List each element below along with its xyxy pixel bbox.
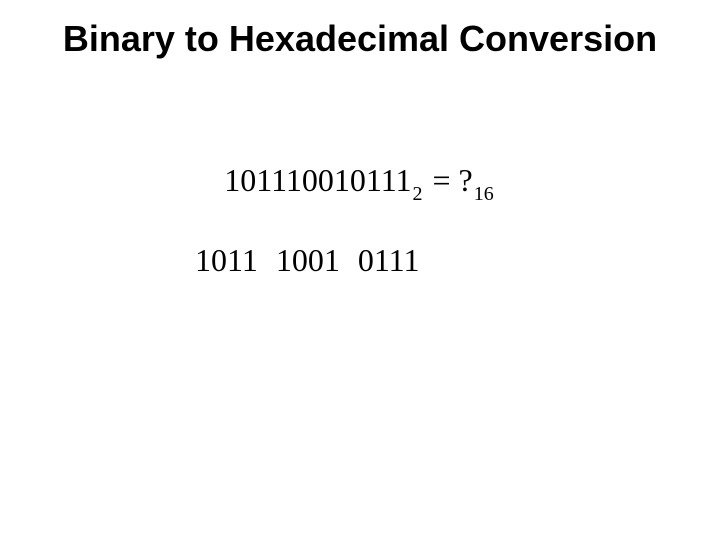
slide: Binary to Hexadecimal Conversion 1011100… — [0, 0, 720, 540]
hex-base-subscript: 16 — [474, 183, 494, 205]
hex-result: ? — [459, 162, 473, 198]
binary-number: 101110010111 — [224, 162, 411, 198]
equals-sign: = — [425, 162, 459, 198]
slide-title: Binary to Hexadecimal Conversion — [0, 18, 720, 60]
conversion-equation: 1011100101112 = ?16 — [0, 162, 720, 204]
binary-base-subscript: 2 — [413, 183, 423, 205]
binary-grouped-nibbles: 1011 1001 0111 — [195, 242, 419, 279]
